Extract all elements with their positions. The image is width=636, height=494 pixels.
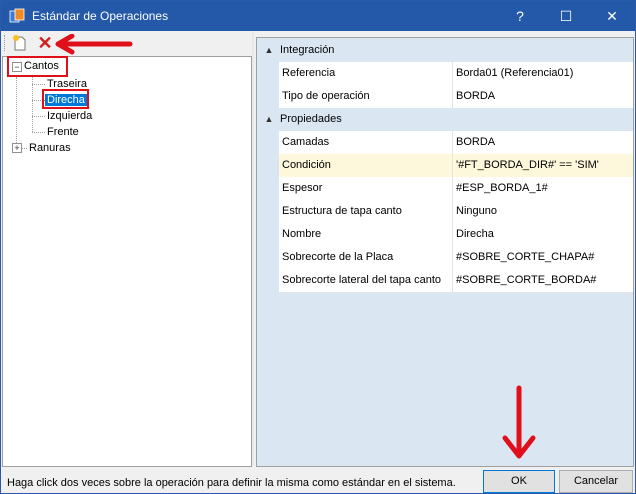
tree-node-ranuras[interactable]: Ranuras [29, 140, 71, 156]
tree-node-izquierda[interactable]: Izquierda [47, 108, 92, 124]
tree-node-label: Ranuras [29, 142, 71, 154]
tree-node-label: Izquierda [47, 110, 93, 122]
new-document-icon[interactable] [11, 34, 29, 52]
tree-node-frente[interactable]: Frente [47, 124, 79, 140]
property-name: Condición [282, 159, 331, 171]
cancel-button[interactable]: Cancelar [559, 470, 633, 493]
close-button[interactable]: ✕ [589, 1, 635, 31]
title-bar: Estándar de Operaciones ? ☐ ✕ [1, 1, 635, 31]
property-name: Sobrecorte de la Placa [282, 251, 394, 263]
tree-node-label: Frente [47, 126, 79, 138]
property-name: Tipo de operación [282, 90, 370, 102]
callout-box-cantos [7, 56, 68, 77]
property-row-highlighted[interactable]: Condición '#FT_BORDA_DIR#' == 'SIM' [279, 154, 633, 178]
property-row[interactable]: Camadas BORDA [279, 131, 633, 155]
property-value[interactable]: Ninguno [456, 200, 497, 222]
operations-tree[interactable]: − Cantos Traseira Direcha Izquierda Fren… [2, 56, 252, 467]
property-value[interactable]: Direcha [456, 223, 494, 245]
expand-toggle-icon[interactable]: + [12, 143, 22, 153]
property-row[interactable]: Estructura de tapa canto Ninguno [279, 200, 633, 224]
property-name: Referencia [282, 67, 336, 79]
dialog-window: Estándar de Operaciones ? ☐ ✕ ✕ − Cantos… [0, 0, 636, 494]
property-row[interactable]: Sobrecorte lateral del tapa canto #SOBRE… [279, 269, 633, 293]
delete-x-icon[interactable]: ✕ [37, 34, 53, 52]
property-name: Nombre [282, 228, 322, 240]
property-value[interactable]: #SOBRE_CORTE_BORDA# [456, 269, 596, 291]
status-text: Haga click dos veces sobre la operación … [7, 477, 456, 489]
window-title: Estándar de Operaciones [32, 9, 169, 23]
property-value[interactable]: BORDA [456, 131, 495, 153]
property-row[interactable]: Sobrecorte de la Placa #SOBRE_CORTE_CHAP… [279, 246, 633, 270]
property-name: Estructura de tapa canto [282, 205, 402, 217]
help-button[interactable]: ? [497, 1, 543, 31]
category-integracion[interactable]: ▲ Integración [257, 39, 633, 61]
chevron-up-icon[interactable]: ▲ [263, 108, 275, 130]
callout-box-direcha [42, 89, 89, 109]
property-value[interactable]: BORDA [456, 85, 495, 107]
splitter[interactable] [252, 32, 254, 465]
property-row[interactable]: Espesor #ESP_BORDA_1# [279, 177, 633, 201]
property-grid[interactable]: ▲ Integración Referencia Borda01 (Refere… [256, 37, 634, 467]
toolbar-grip [4, 35, 8, 51]
category-label: Propiedades [280, 113, 342, 125]
property-value[interactable]: '#FT_BORDA_DIR#' == 'SIM' [456, 154, 599, 176]
property-row[interactable]: Referencia Borda01 (Referencia01) [279, 62, 633, 86]
property-name: Camadas [282, 136, 330, 148]
chevron-up-icon[interactable]: ▲ [263, 39, 275, 61]
ok-button[interactable]: OK [483, 470, 555, 493]
category-propiedades[interactable]: ▲ Propiedades [257, 108, 633, 130]
maximize-button[interactable]: ☐ [543, 1, 589, 31]
property-name: Sobrecorte lateral del tapa canto [282, 274, 441, 286]
annotation-arrow-down [502, 385, 536, 459]
property-row[interactable]: Tipo de operación BORDA [279, 85, 633, 109]
app-icon [9, 8, 25, 23]
property-name: Espesor [282, 182, 323, 194]
category-label: Integración [280, 44, 335, 56]
property-value[interactable]: #SOBRE_CORTE_CHAPA# [456, 246, 594, 268]
property-value[interactable]: Borda01 (Referencia01) [456, 62, 573, 84]
annotation-arrow-left [55, 34, 133, 55]
property-row[interactable]: Nombre Direcha [279, 223, 633, 247]
property-value[interactable]: #ESP_BORDA_1# [456, 177, 548, 199]
